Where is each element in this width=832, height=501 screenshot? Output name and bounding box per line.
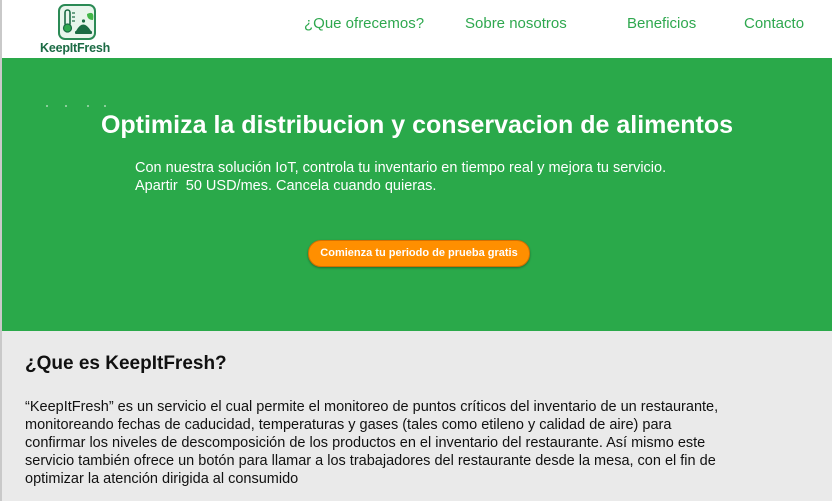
nav-beneficios[interactable]: Beneficios — [627, 15, 696, 32]
hero-title: Optimiza la distribucion y conservacion … — [100, 111, 734, 139]
about-paragraph-line: optimizar la atención dirigida al consum… — [25, 471, 299, 487]
about-section: ¿Que es KeepItFresh? “KeepItFresh” es un… — [2, 331, 832, 501]
keepitfresh-logo-icon — [58, 4, 96, 40]
brand-logo[interactable]: KeepItFresh — [40, 3, 116, 57]
hero-description-line: Con nuestra solución IoT, controla tu in… — [135, 160, 667, 176]
about-title: ¿Que es KeepItFresh? — [25, 353, 227, 374]
hero-description-line: Apartir 50 USD/mes. Cancela cuando quier… — [135, 178, 437, 194]
about-paragraph-line: “KeepItFresh” es un servicio el cual per… — [25, 399, 719, 415]
top-navbar: KeepItFresh ¿Que ofrecemos? Sobre nosotr… — [2, 0, 832, 58]
brand-name: KeepItFresh — [40, 41, 111, 55]
nav-sobre-nosotros[interactable]: Sobre nosotros — [465, 15, 567, 32]
about-paragraph-line: confirmar los niveles de descomposición … — [25, 435, 706, 451]
about-paragraph-line: servicio también ofrece un botón para ll… — [25, 453, 716, 469]
nav-contacto[interactable]: Contacto — [744, 15, 804, 32]
about-paragraph-line: monitoreando fechas de caducidad, temper… — [25, 417, 672, 433]
hero-section: Optimiza la distribucion y conservacion … — [2, 58, 832, 331]
hero-description: Con nuestra solución IoT, controla tu in… — [135, 159, 666, 195]
hero-decoration — [46, 105, 106, 107]
free-trial-button[interactable]: Comienza tu periodo de prueba gratis — [308, 240, 530, 267]
nav-que-ofrecemos[interactable]: ¿Que ofrecemos? — [304, 15, 424, 32]
about-paragraph: “KeepItFresh” es un servicio el cual per… — [25, 398, 815, 488]
